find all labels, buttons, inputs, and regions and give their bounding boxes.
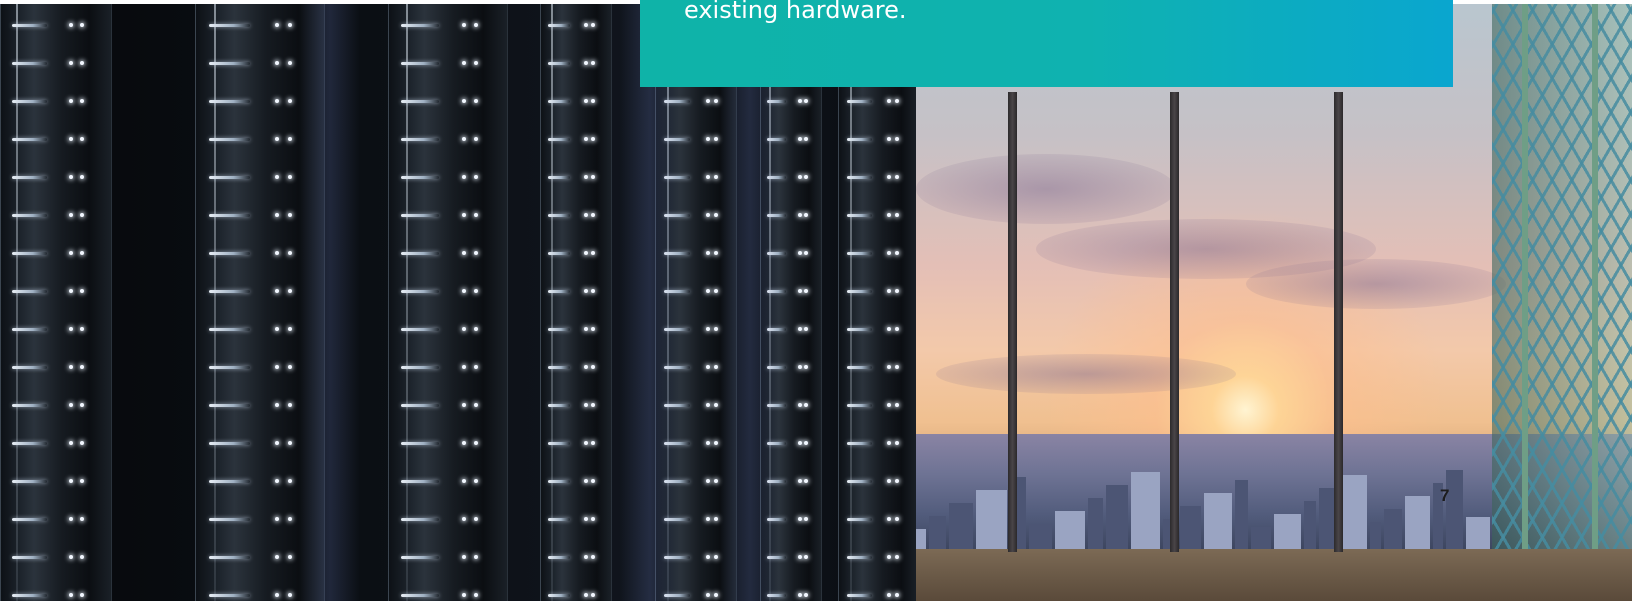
banner-text: existing hardware. [684,0,907,24]
server-racks-image [0,4,918,601]
page-number: 7 [1440,486,1450,505]
banner: existing hardware. [640,0,1453,87]
city-sunset-window-image [916,4,1632,601]
background-photo [0,4,1632,601]
tower-structure-image [1492,4,1632,549]
